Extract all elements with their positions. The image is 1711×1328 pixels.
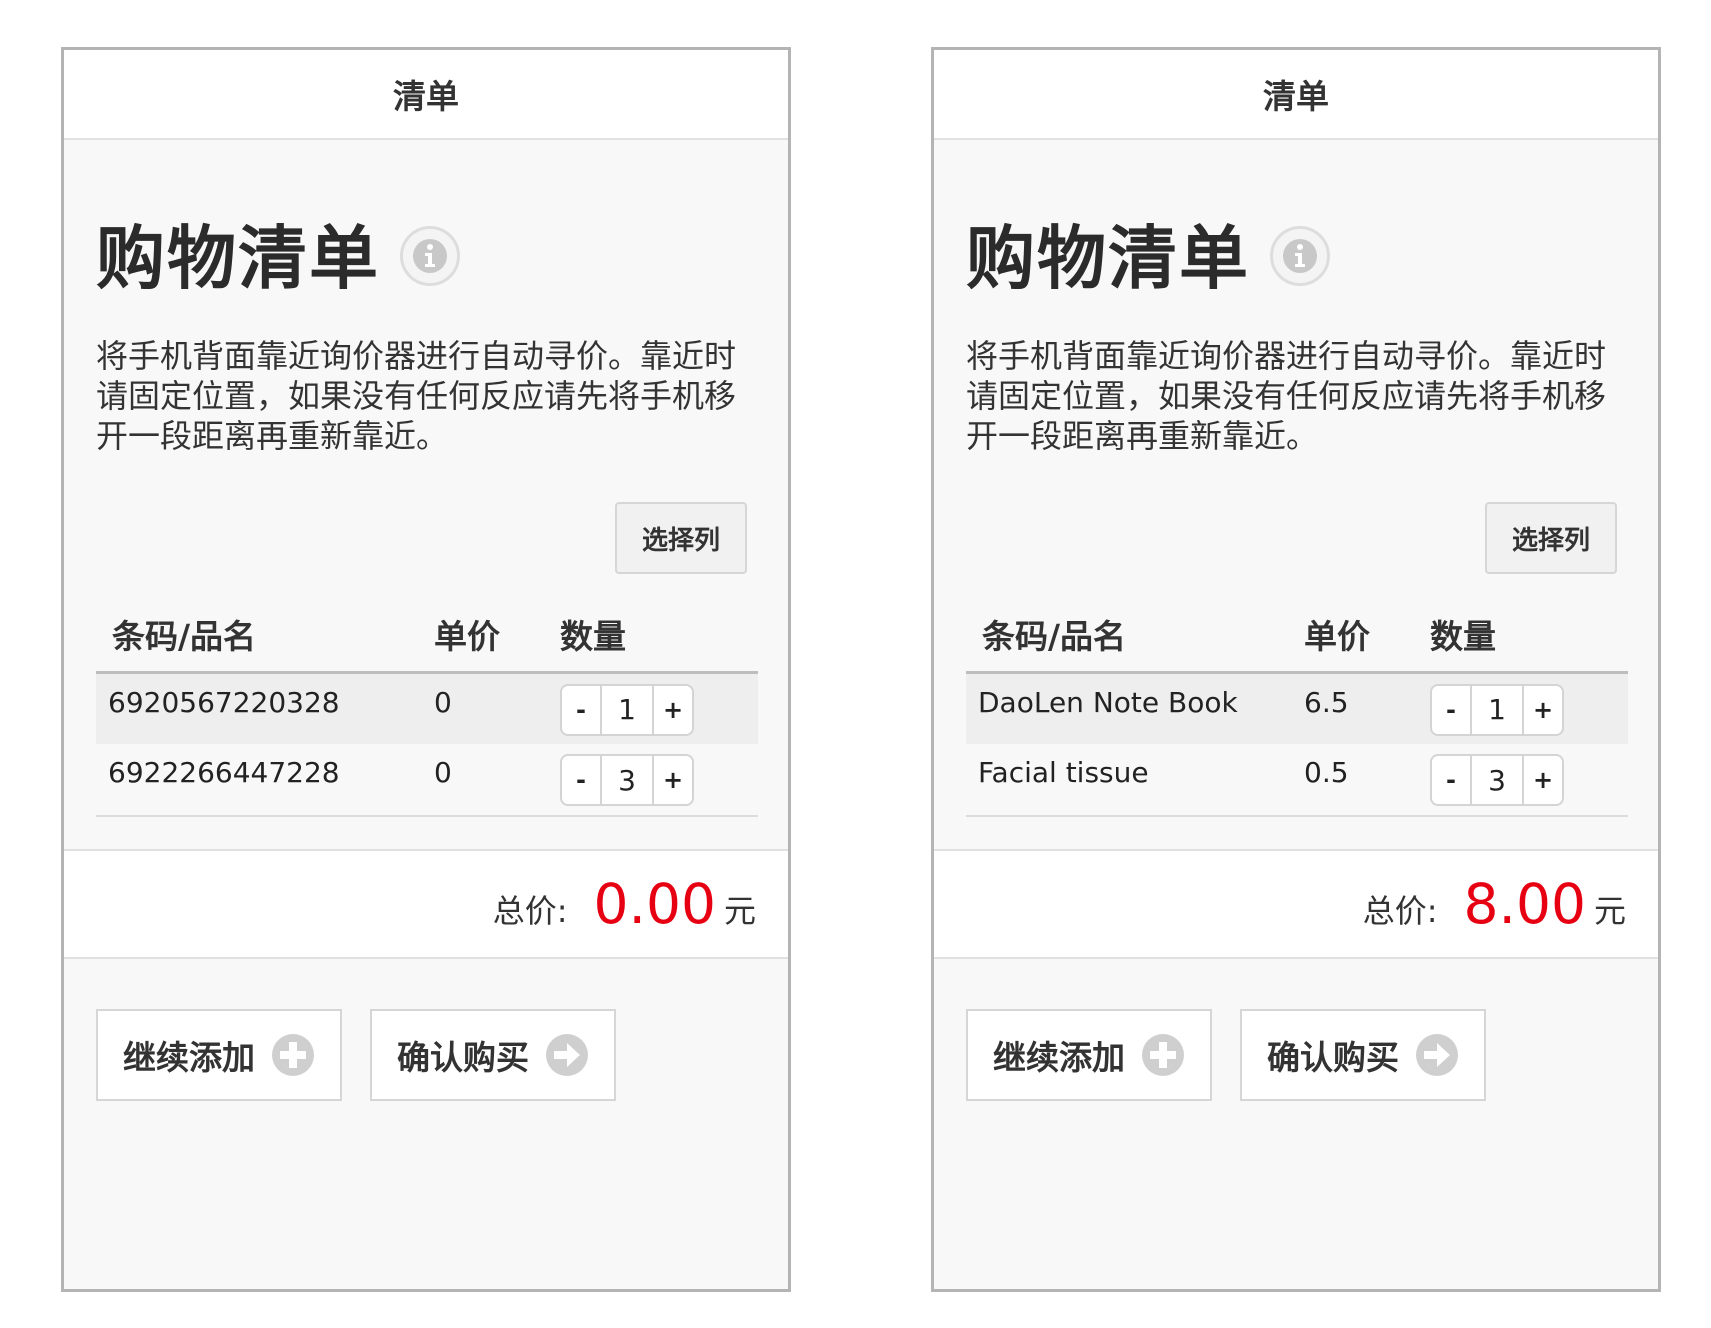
increment-button[interactable]: +: [652, 756, 692, 804]
decrement-button[interactable]: -: [562, 756, 602, 804]
table-row[interactable]: Facial tissue 0.5 - 3 +: [966, 744, 1628, 817]
heading-row: 购物清单: [96, 210, 756, 299]
column-header-price[interactable]: 单价: [1304, 598, 1430, 674]
phone-screen-left: 清单 购物清单 将手机背面靠近询价器进行自动寻价。靠近时请固定位置，如果没有任何…: [61, 47, 791, 1292]
total-label: 总价:: [492, 892, 568, 930]
item-qty-cell: - 3 +: [1430, 744, 1628, 817]
quantity-stepper: - 3 +: [560, 754, 694, 806]
select-columns-row: 选择列: [966, 502, 1626, 574]
info-icon[interactable]: [400, 226, 460, 286]
column-header-qty[interactable]: 数量: [560, 598, 758, 674]
info-icon-glyph: [413, 239, 447, 273]
item-qty-cell: - 1 +: [1430, 672, 1628, 744]
column-header-name[interactable]: 条码/品名: [96, 598, 434, 674]
phone-screen-right: 清单 购物清单 将手机背面靠近询价器进行自动寻价。靠近时请固定位置，如果没有任何…: [931, 47, 1661, 1292]
item-price: 6.5: [1304, 672, 1430, 744]
item-price: 0: [434, 744, 560, 817]
arrow-right-circle-icon: [1416, 1034, 1458, 1076]
quantity-stepper: - 3 +: [1430, 754, 1564, 806]
continue-add-label: 继续添加: [993, 1038, 1125, 1077]
decrement-button[interactable]: -: [1432, 685, 1472, 734]
quantity-value[interactable]: 1: [602, 686, 652, 734]
confirm-purchase-button[interactable]: 确认购买: [370, 1009, 616, 1101]
item-price: 0: [434, 672, 560, 744]
select-columns-button[interactable]: 选择列: [1485, 502, 1617, 574]
info-icon-glyph: [1283, 239, 1317, 273]
quantity-stepper: - 1 +: [1430, 683, 1564, 736]
column-header-name[interactable]: 条码/品名: [966, 598, 1304, 674]
quantity-value[interactable]: 3: [602, 756, 652, 804]
quantity-value[interactable]: 1: [1472, 686, 1522, 734]
table-row[interactable]: 6922266447228 0 - 3 +: [96, 744, 758, 817]
plus-circle-icon: [272, 1034, 314, 1076]
item-name: 6922266447228: [96, 744, 434, 817]
continue-add-label: 继续添加: [123, 1038, 255, 1077]
increment-button[interactable]: +: [1522, 756, 1562, 804]
info-icon[interactable]: [1270, 226, 1330, 286]
item-name: DaoLen Note Book: [966, 672, 1304, 744]
decrement-button[interactable]: -: [1432, 756, 1472, 804]
table-header-row: 条码/品名 单价 数量: [966, 598, 1628, 674]
confirm-purchase-label: 确认购买: [1267, 1038, 1399, 1077]
item-qty-cell: - 1 +: [560, 672, 758, 744]
description: 将手机背面靠近询价器进行自动寻价。靠近时请固定位置，如果没有任何反应请先将手机移…: [966, 337, 1607, 455]
content: 购物清单 将手机背面靠近询价器进行自动寻价。靠近时请固定位置，如果没有任何反应请…: [64, 210, 788, 817]
description: 将手机背面靠近询价器进行自动寻价。靠近时请固定位置，如果没有任何反应请先将手机移…: [96, 337, 737, 455]
action-bar: 继续添加 确认购买: [64, 959, 788, 1101]
total-label: 总价:: [1362, 892, 1438, 930]
content: 购物清单 将手机背面靠近询价器进行自动寻价。靠近时请固定位置，如果没有任何反应请…: [934, 210, 1658, 817]
page-title: 购物清单: [96, 219, 380, 299]
topbar: 清单: [64, 50, 788, 140]
decrement-button[interactable]: -: [562, 685, 602, 734]
table-row[interactable]: 6920567220328 0 - 1 +: [96, 672, 758, 744]
total-bar: 总价: 0.00 元: [64, 849, 788, 959]
continue-add-button[interactable]: 继续添加: [966, 1009, 1212, 1101]
confirm-purchase-button[interactable]: 确认购买: [1240, 1009, 1486, 1101]
quantity-stepper: - 1 +: [560, 683, 694, 736]
shopping-table: 条码/品名 单价 数量 DaoLen Note Book 6.5 - 1 + F…: [966, 598, 1628, 817]
stage: 清单 购物清单 将手机背面靠近询价器进行自动寻价。靠近时请固定位置，如果没有任何…: [0, 0, 1711, 1328]
item-name: Facial tissue: [966, 744, 1304, 817]
select-columns-button[interactable]: 选择列: [615, 502, 747, 574]
increment-button[interactable]: +: [652, 685, 692, 734]
increment-button[interactable]: +: [1522, 685, 1562, 734]
page-title: 购物清单: [966, 219, 1250, 299]
topbar: 清单: [934, 50, 1658, 140]
table-header-row: 条码/品名 单价 数量: [96, 598, 758, 674]
quantity-value[interactable]: 3: [1472, 756, 1522, 804]
shopping-table: 条码/品名 单价 数量 6920567220328 0 - 1 + 692226…: [96, 598, 758, 817]
column-header-price[interactable]: 单价: [434, 598, 560, 674]
total-unit: 元: [723, 892, 756, 930]
topbar-title: 清单: [1263, 77, 1329, 116]
table-row[interactable]: DaoLen Note Book 6.5 - 1 +: [966, 672, 1628, 744]
total-bar: 总价: 8.00 元: [934, 849, 1658, 959]
plus-circle-icon: [1142, 1034, 1184, 1076]
action-bar: 继续添加 确认购买: [934, 959, 1658, 1101]
heading-row: 购物清单: [966, 210, 1626, 299]
item-name: 6920567220328: [96, 672, 434, 744]
total-value: 0.00: [593, 872, 716, 936]
item-qty-cell: - 3 +: [560, 744, 758, 817]
arrow-right-circle-icon: [546, 1034, 588, 1076]
item-price: 0.5: [1304, 744, 1430, 817]
column-header-qty[interactable]: 数量: [1430, 598, 1628, 674]
total-value: 8.00: [1463, 872, 1586, 936]
topbar-title: 清单: [393, 77, 459, 116]
total-unit: 元: [1593, 892, 1626, 930]
continue-add-button[interactable]: 继续添加: [96, 1009, 342, 1101]
select-columns-row: 选择列: [96, 502, 756, 574]
confirm-purchase-label: 确认购买: [397, 1038, 529, 1077]
